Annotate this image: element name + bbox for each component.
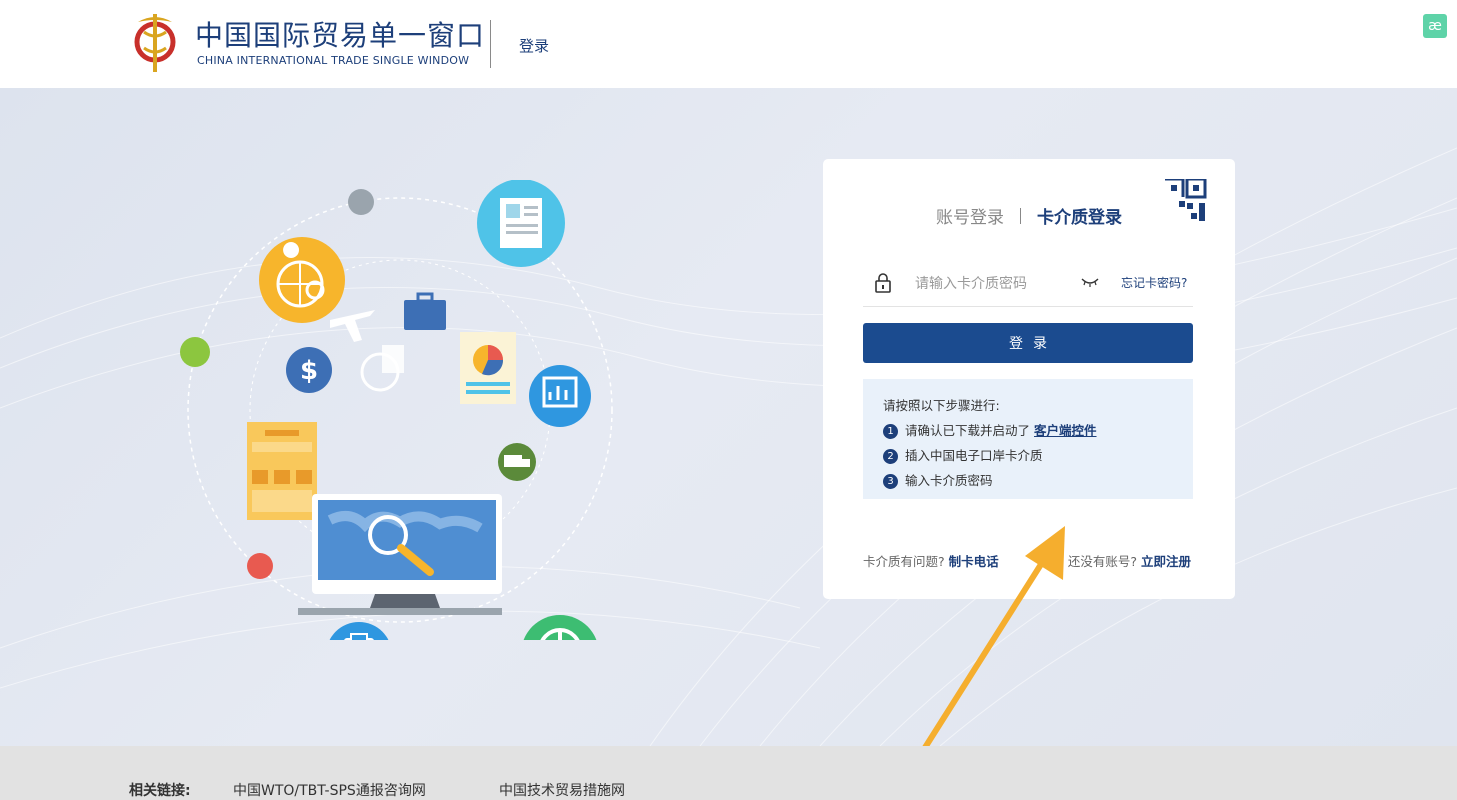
step-text: 插入中国电子口岸卡介质 [905,448,1043,463]
footer-link-wto[interactable]: 中国WTO/TBT-SPS通报咨询网 [233,780,426,800]
steps-title: 请按照以下步骤进行: [883,398,1000,413]
card-password-input[interactable] [915,271,1075,297]
step-number: 2 [883,449,898,464]
client-control-link[interactable]: 客户端控件 [1034,423,1097,438]
steps-panel: 请按照以下步骤进行: 1 请确认已下载并启动了 客户端控件 2 插入中国电子口岸卡介… [863,379,1193,499]
lock-icon [875,273,891,293]
caduceus-logo-icon[interactable] [130,10,180,74]
tab-account-login[interactable]: 账号登录 [936,203,1004,228]
step-item: 1 请确认已下载并启动了 客户端控件 [883,422,1173,447]
step-text: 输入卡介质密码 [905,473,993,488]
tab-card-login[interactable]: 卡介质登录 [1037,203,1122,228]
footer-link-tbt[interactable]: 中国技术贸易措施网 [499,780,625,800]
page-footer: 相关链接: 中国WTO/TBT-SPS通报咨询网 中国技术贸易措施网 [0,746,1457,799]
header-login-link[interactable]: 登录 [519,35,549,56]
header-divider [490,20,491,68]
tab-separator [1020,207,1021,224]
step-text: 请确认已下载并启动了 [905,423,1031,438]
step-item: 2 插入中国电子口岸卡介质 [883,447,1173,472]
register-row: 还没有账号? 立即注册 [1068,551,1191,570]
hero-section: $ 账号登录 卡介质登录 忘记卡密码? 登录 请按照以下步骤进行: 1 请确认已… [0,88,1457,746]
annotation-arrow-icon [922,526,1065,746]
hide-password-eye-icon[interactable] [1081,275,1099,289]
related-links-label: 相关链接: [129,783,191,799]
logo-chinese-title[interactable]: 中国国际贸易单一窗口 [195,14,485,54]
svg-text:$: $ [300,356,318,386]
step-number: 1 [883,424,898,439]
login-button[interactable]: 登录 [863,323,1193,363]
logo-english-title[interactable]: CHINA INTERNATIONAL TRADE SINGLE WINDOW [197,54,469,67]
trade-illustration: $ [180,180,613,640]
login-tabs: 账号登录 卡介质登录 [823,203,1235,228]
password-row: 忘记卡密码? [863,263,1193,307]
register-link[interactable]: 立即注册 [1141,554,1191,569]
site-header: 中国国际贸易单一窗口 CHINA INTERNATIONAL TRADE SIN… [0,0,1457,88]
browser-extension-icon[interactable]: æ [1423,14,1447,38]
step-number: 3 [883,474,898,489]
step-item: 3 输入卡介质密码 [883,472,1173,497]
forgot-card-password-link[interactable]: 忘记卡密码? [1121,274,1187,291]
